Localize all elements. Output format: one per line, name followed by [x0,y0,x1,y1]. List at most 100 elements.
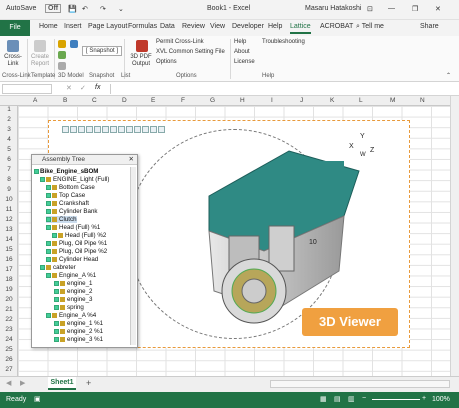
redo-icon[interactable]: ↷ [100,5,106,13]
share-button[interactable]: Share [420,23,439,30]
tree-item[interactable]: Plug, Oil Pipe %1 [46,240,107,247]
function-icon[interactable]: fx [95,84,100,91]
row-header[interactable]: 3 [0,126,18,133]
column-header[interactable]: M [390,97,395,104]
add-sheet-button[interactable]: + [86,378,91,388]
enter-icon[interactable]: ✓ [80,84,86,92]
row-header[interactable]: 18 [0,276,18,283]
explode-icon[interactable] [150,126,157,133]
tree-item[interactable]: Crankshaft [46,200,89,207]
options-button[interactable]: Options [156,59,177,66]
row-header[interactable]: 22 [0,316,18,323]
tree-item[interactable]: engine_3 %1 [54,336,103,343]
tree-item[interactable]: Cylinder Head [46,256,98,263]
tab-acrobat[interactable]: ACROBAT [320,23,353,30]
column-header[interactable]: C [92,97,97,104]
row-header[interactable]: 13 [0,226,18,233]
customize-qat-icon[interactable]: ⌄ [118,5,124,13]
row-header[interactable]: 12 [0,216,18,223]
checkbox-icon[interactable] [46,224,51,230]
row-header[interactable]: 10 [0,196,18,203]
front-view-icon[interactable] [102,126,109,133]
sheet-tab[interactable]: Sheet1 [48,377,76,390]
column-header[interactable]: K [330,97,334,104]
name-box[interactable] [2,84,52,94]
row-header[interactable]: 16 [0,256,18,263]
save-icon[interactable]: 💾 [68,5,77,13]
engine-model[interactable] [169,141,379,336]
checkbox-icon[interactable] [46,184,51,190]
checkbox-icon[interactable] [46,312,51,318]
section-icon[interactable] [134,126,141,133]
snapshot-select[interactable]: [ Snapshot ] [82,46,122,56]
select-icon[interactable] [62,126,69,133]
row-header[interactable]: 1 [0,106,18,113]
row-header[interactable]: 5 [0,146,18,153]
close-icon[interactable]: ✕ [129,155,134,165]
row-header[interactable]: 27 [0,366,18,373]
prev-sheet-icon[interactable]: ◀ [6,379,11,387]
normal-view-icon[interactable]: ▦ [320,395,327,403]
top-view-icon[interactable] [110,126,117,133]
tree-item[interactable]: ENGINE_Light (Full) [40,176,109,183]
folder-icon[interactable] [58,40,66,48]
help-button[interactable]: Help [234,39,246,46]
restore-icon[interactable]: ❐ [412,5,418,13]
tree-scrollbar[interactable] [130,167,136,345]
column-header[interactable]: N [420,97,425,104]
tree-item[interactable]: Engine_A %1 [46,272,96,279]
checkbox-icon[interactable] [54,288,59,294]
checkbox-icon[interactable] [40,264,45,270]
checkbox-icon[interactable] [54,304,59,310]
tab-lattice[interactable]: Lattice [290,23,311,34]
checkbox-icon[interactable] [46,240,51,246]
column-header[interactable]: B [63,97,67,104]
create-report-button[interactable]: Create Report [29,54,51,68]
tree-item[interactable]: engine_2 [54,288,92,295]
zoom-in-icon[interactable]: + [422,395,426,402]
row-header[interactable]: 4 [0,136,18,143]
tree-item[interactable]: Engine_A %4 [46,312,96,319]
row-header[interactable]: 17 [0,266,18,273]
autosave-toggle[interactable]: Off [45,4,62,13]
row-header[interactable]: 7 [0,166,18,173]
row-header[interactable]: 2 [0,116,18,123]
side-view-icon[interactable] [118,126,125,133]
tab-help[interactable]: Help [268,23,282,30]
pdf-3d-button[interactable]: 3D PDF Output [128,54,154,68]
column-header[interactable]: I [271,97,273,104]
page-layout-view-icon[interactable]: ▤ [334,395,341,403]
row-header[interactable]: 11 [0,206,18,213]
row-header[interactable]: 21 [0,306,18,313]
column-header[interactable]: A [33,97,37,104]
checkbox-icon[interactable] [54,280,59,286]
checkbox-icon[interactable] [34,168,39,174]
close-icon[interactable]: ✕ [435,5,441,13]
checkbox-icon[interactable] [46,208,51,214]
checkbox-icon[interactable] [54,296,59,302]
zoom-slider[interactable] [372,399,420,400]
column-header[interactable]: G [210,97,215,104]
tree-item[interactable]: engine_1 %1 [54,320,103,327]
tree-item[interactable]: Head (Full) %2 [52,232,106,239]
collapse-ribbon-icon[interactable]: ⌃ [446,73,451,80]
ribbon-display-icon[interactable]: ⊡ [367,5,373,13]
about-button[interactable]: About [234,49,250,56]
tree-item[interactable]: engine_2 %1 [54,328,103,335]
column-header[interactable]: J [300,97,303,104]
tab-view[interactable]: View [210,23,225,30]
checkbox-icon[interactable] [46,200,51,206]
column-header[interactable]: H [240,97,245,104]
checkbox-icon[interactable] [46,216,51,222]
troubleshooting-button[interactable]: Troubleshooting [262,39,305,46]
row-header[interactable]: 24 [0,336,18,343]
column-header[interactable]: D [122,97,127,104]
user-name[interactable]: Masaru Hatakoshi [305,5,361,12]
tree-item[interactable]: Top Case [46,192,85,199]
vertical-scrollbar[interactable] [450,96,459,384]
page-break-view-icon[interactable]: ▥ [348,395,355,403]
model-icon[interactable] [70,40,78,48]
measure-icon[interactable] [142,126,149,133]
row-header[interactable]: 26 [0,356,18,363]
next-sheet-icon[interactable]: ▶ [20,379,25,387]
